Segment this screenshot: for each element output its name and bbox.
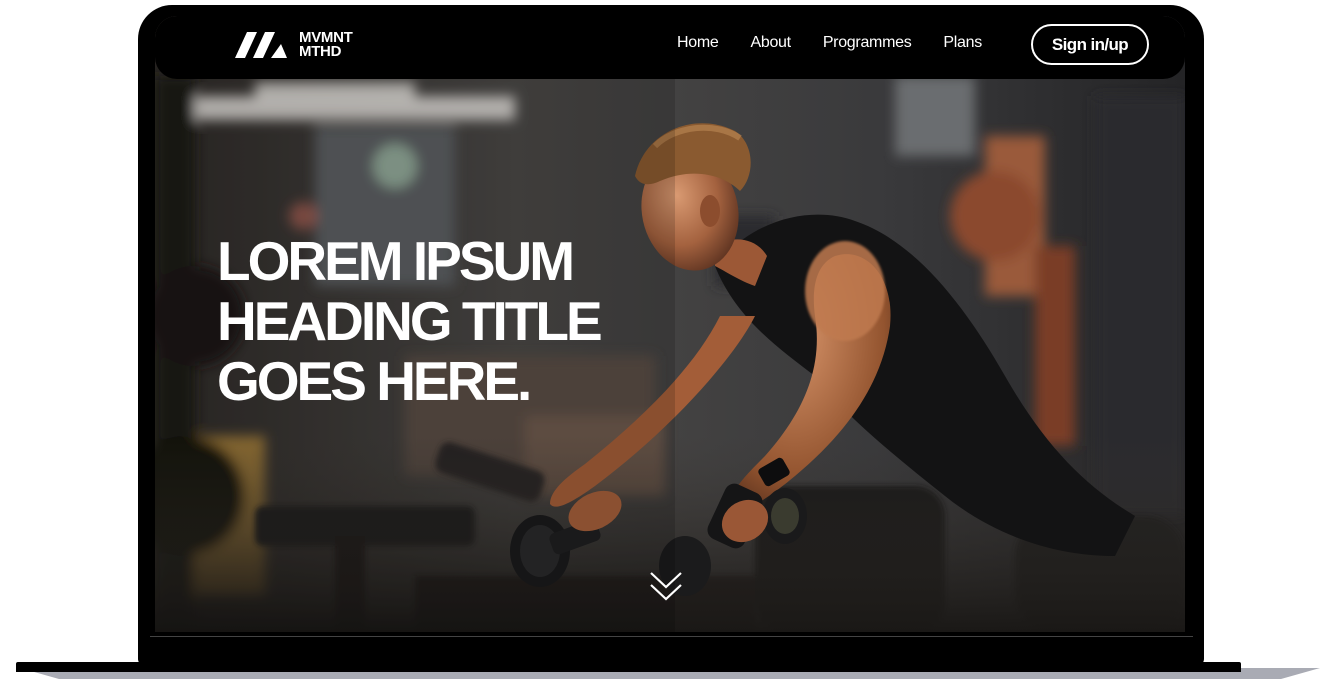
nav-link-programmes[interactable]: Programmes: [823, 33, 912, 53]
nav-link-plans[interactable]: Plans: [943, 33, 982, 53]
website-screen: MVMNT MTHD Home About Programmes Plans S…: [155, 16, 1185, 632]
brand-wordmark: MVMNT MTHD: [299, 30, 353, 60]
hero-heading-line: GOES HERE.: [217, 350, 532, 412]
brand-name-line2: MTHD: [299, 43, 342, 60]
hero-heading: LOREM IPSUM HEADING TITLE GOES HERE.: [217, 230, 603, 412]
nav-link-about[interactable]: About: [750, 33, 791, 53]
main-nav: Home About Programmes Plans: [677, 33, 1014, 53]
hero-heading-line: LOREM IPSUM: [217, 230, 575, 292]
mountain-logo-icon: [235, 32, 287, 58]
screen-bezel-line: [150, 636, 1193, 637]
brand-logo[interactable]: MVMNT MTHD: [235, 30, 353, 60]
nav-link-home[interactable]: Home: [677, 33, 719, 53]
double-chevron-down-icon[interactable]: [648, 569, 684, 605]
hero-heading-line: HEADING TITLE: [217, 290, 603, 352]
top-navbar: MVMNT MTHD Home About Programmes Plans S…: [155, 16, 1185, 79]
signin-button[interactable]: Sign in/up: [1031, 24, 1149, 65]
